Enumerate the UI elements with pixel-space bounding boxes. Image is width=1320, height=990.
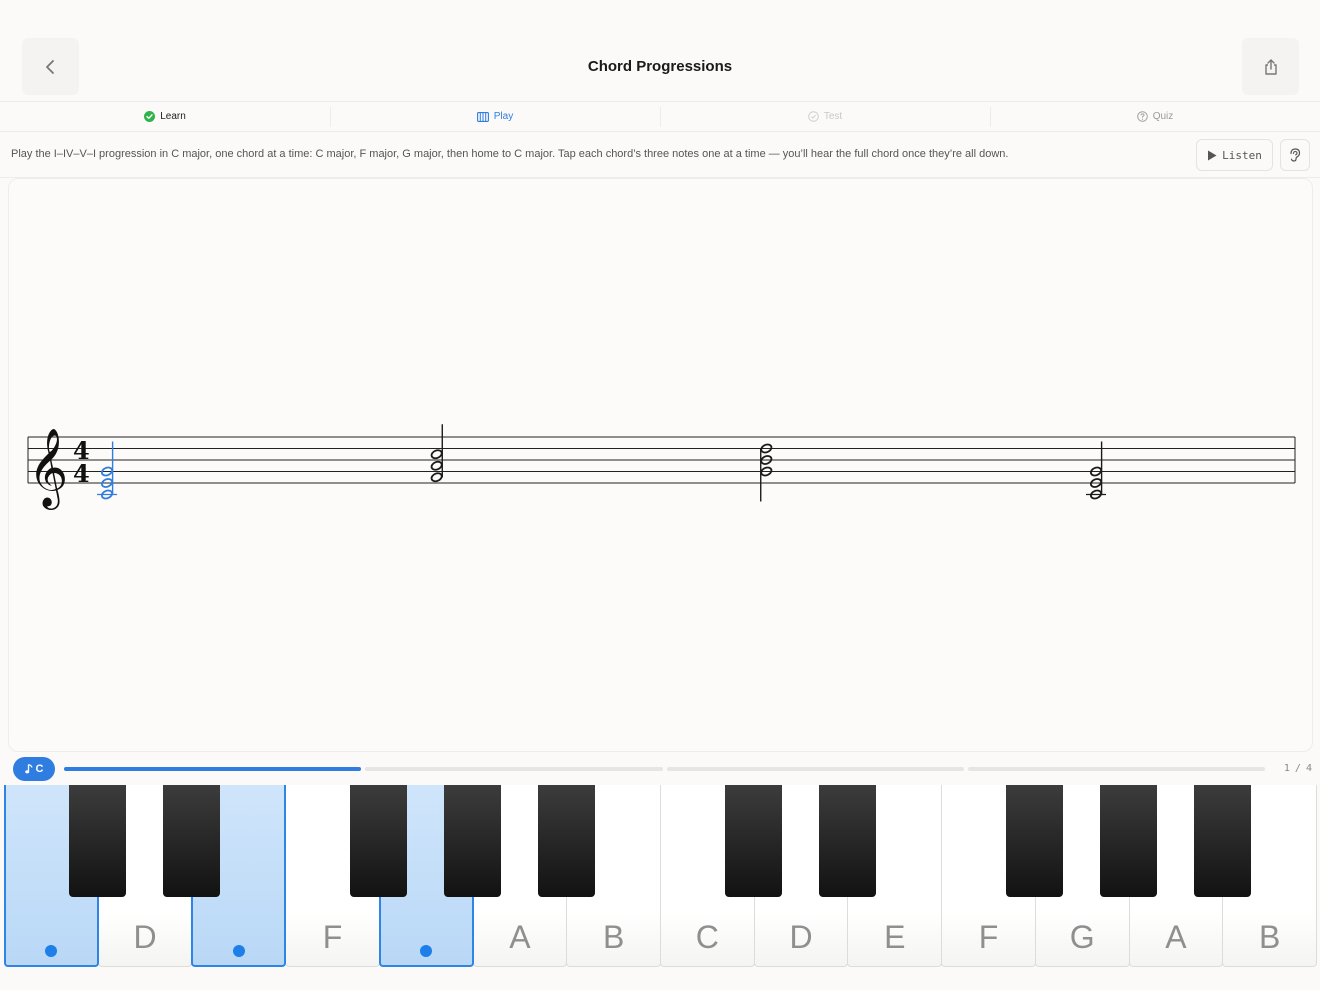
instructions-text: Play the I–IV–V–I progression in C major… <box>11 148 1009 160</box>
progress-segment <box>967 767 1265 771</box>
white-key-label: A <box>1165 919 1187 955</box>
black-key[interactable] <box>725 785 783 897</box>
header-bar: Chord Progressions <box>0 0 1320 102</box>
white-key-label: F <box>322 919 343 955</box>
chord-2[interactable] <box>430 424 443 483</box>
ear-icon <box>1290 148 1301 162</box>
black-key[interactable] <box>444 785 502 897</box>
notehead <box>430 460 443 471</box>
chord-4[interactable] <box>1086 441 1106 500</box>
black-key[interactable] <box>1006 785 1064 897</box>
black-key[interactable] <box>537 785 595 897</box>
black-key[interactable] <box>1100 785 1158 897</box>
listen-button[interactable]: Listen <box>1196 139 1273 171</box>
white-key-label: D <box>133 919 157 955</box>
white-key-label: G <box>1069 919 1095 955</box>
tab-quiz[interactable]: Quiz <box>990 102 1320 131</box>
tab-test-label: Test <box>823 111 843 122</box>
chord-1[interactable] <box>97 441 117 500</box>
share-button[interactable] <box>1242 38 1299 95</box>
staff-card: 𝄞 4 4 <box>8 178 1313 752</box>
progress-segment <box>365 767 663 771</box>
black-key[interactable] <box>69 785 127 897</box>
tab-learn[interactable]: Learn <box>0 102 330 131</box>
black-key[interactable] <box>818 785 876 897</box>
white-key-label: B <box>602 919 625 955</box>
treble-clef: 𝄞 <box>28 428 68 510</box>
piano-icon <box>476 111 489 122</box>
key-marker-dot <box>232 945 245 957</box>
white-key-label: E <box>884 919 906 955</box>
music-staff: 𝄞 4 4 <box>27 424 1296 510</box>
white-key-label: F <box>978 919 999 955</box>
tab-play[interactable]: Play <box>330 102 660 131</box>
current-chord-badge: C <box>13 757 55 781</box>
listen-button-label: Listen <box>1222 148 1262 162</box>
play-icon <box>1208 150 1217 160</box>
notehead <box>430 449 443 460</box>
page-title: Chord Progressions <box>587 58 733 75</box>
progress-segment-fill <box>64 767 362 771</box>
question-circle-icon <box>1136 111 1148 122</box>
black-key[interactable] <box>350 785 408 897</box>
mode-tabs: Learn Play Test Quiz <box>0 102 1320 132</box>
white-key-label: B <box>1258 919 1281 955</box>
progress-segment <box>64 767 362 771</box>
key-marker-dot <box>420 945 433 957</box>
key-marker-dot <box>45 945 58 957</box>
white-key-label: D <box>789 919 813 955</box>
instructions-bar: Play the I–IV–V–I progression in C major… <box>0 132 1320 178</box>
piano-keyboard: DFABCDEFGAB <box>4 785 1317 967</box>
black-key[interactable] <box>1193 785 1251 897</box>
circle-check-icon <box>808 111 819 122</box>
progress-segment <box>666 767 964 771</box>
tab-quiz-label: Quiz <box>1152 111 1174 122</box>
chord-3[interactable] <box>760 443 773 502</box>
tab-learn-label: Learn <box>160 111 186 122</box>
white-key-label: C <box>695 919 719 955</box>
check-circle-icon <box>144 111 156 122</box>
black-key[interactable] <box>162 785 220 897</box>
share-icon <box>1264 58 1277 75</box>
music-note-icon <box>24 764 33 774</box>
white-key-label: A <box>509 919 531 955</box>
tab-test[interactable]: Test <box>660 102 990 131</box>
current-chord-label: C <box>35 763 44 775</box>
notehead <box>430 472 443 483</box>
time-signature-bottom: 4 <box>73 459 90 488</box>
ear-training-button[interactable] <box>1280 139 1310 171</box>
tab-play-label: Play <box>493 111 514 122</box>
step-counter: 1 / 4 <box>1283 763 1312 774</box>
